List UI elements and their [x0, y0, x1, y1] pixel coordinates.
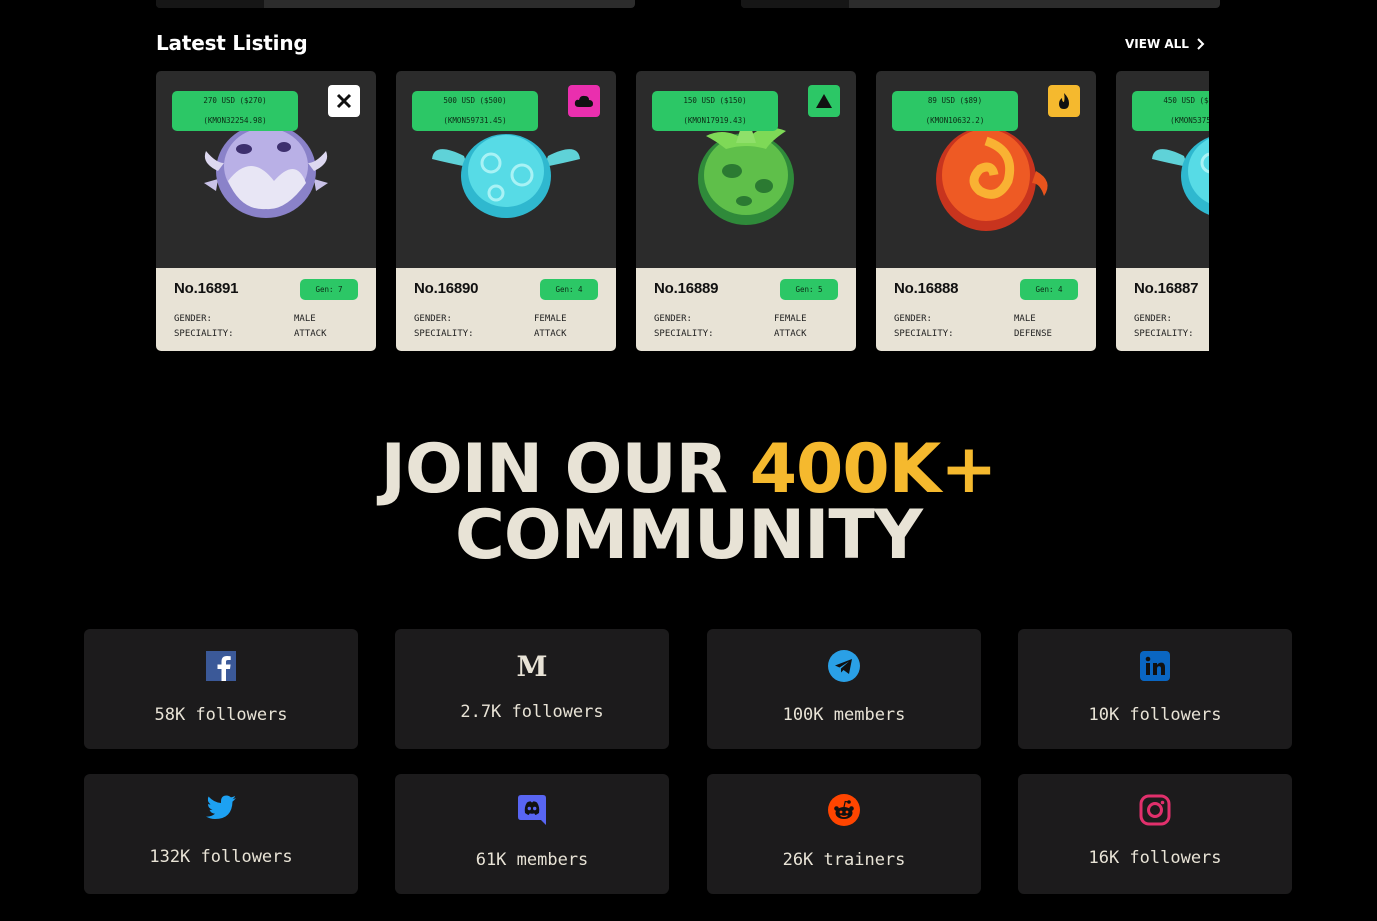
- speciality-label: SPECIALITY:: [1134, 329, 1194, 339]
- speciality-value: ATTACK: [774, 329, 807, 339]
- gen-badge: Gen: 4: [1020, 279, 1078, 300]
- discord-icon: [516, 794, 548, 826]
- price-badge: 270 USD ($270) (KMON32254.98): [172, 91, 298, 131]
- social-tile-discord[interactable]: 61K members: [395, 774, 669, 894]
- gender-value: FEMALE: [534, 314, 567, 324]
- social-stat: 100K members: [782, 705, 906, 725]
- gender-label: GENDER:: [174, 314, 212, 324]
- community-heading-line1: JOIN OUR 400K+: [380, 430, 998, 509]
- triangle-icon: [808, 85, 840, 117]
- social-stat: 10K followers: [1088, 705, 1222, 725]
- price-badge: 450 USD ($450)(KMON53758): [1132, 91, 1209, 131]
- price-badge: 89 USD ($89) (KMON10632.2): [892, 91, 1018, 131]
- reddit-icon: [828, 794, 860, 826]
- social-tile-instagram[interactable]: 16K followers: [1018, 774, 1292, 894]
- listing-card[interactable]: 500 USD ($500) (KMON59731.45) No.16890 Ge…: [396, 71, 616, 351]
- latest-listing-title: Latest Listing: [156, 31, 308, 55]
- twitter-icon: [205, 792, 237, 824]
- monster-number: No.16888: [894, 280, 959, 297]
- card-info: No.16889 Gen: 5 GENDER: FEMALE SPECIALIT…: [636, 268, 856, 351]
- card-info: No.16890 Gen: 4 GENDER: FEMALE SPECIALIT…: [396, 268, 616, 351]
- speciality-label: SPECIALITY:: [894, 329, 954, 339]
- social-tile-reddit[interactable]: 26K trainers: [707, 774, 981, 894]
- gen-badge: Gen: 4: [540, 279, 598, 300]
- gender-label: GENDER:: [894, 314, 932, 324]
- monster-number: No.16891: [174, 280, 239, 297]
- social-stat: 16K followers: [1088, 848, 1222, 868]
- social-tile-twitter[interactable]: 132K followers: [84, 774, 358, 894]
- listing-carousel: 270 USD ($270) (KMON32254.98) No.16891 Ge…: [156, 71, 1209, 352]
- social-tile-telegram[interactable]: 100K members: [707, 629, 981, 749]
- carousel-scrollbar-right[interactable]: [741, 0, 1220, 8]
- gen-badge: Gen: 7: [300, 279, 358, 300]
- social-tile-facebook[interactable]: 58K followers: [84, 629, 358, 749]
- card-info: No.16887 GENDER: SPECIALITY:: [1116, 268, 1209, 351]
- carousel-scrollbar-left[interactable]: [156, 0, 635, 8]
- speciality-value: DEFENSE: [1014, 329, 1052, 339]
- listing-card[interactable]: 89 USD ($89) (KMON10632.2) No.16888 Gen: …: [876, 71, 1096, 351]
- card-info: No.16891 Gen: 7 GENDER: MALE SPECIALITY:…: [156, 268, 376, 351]
- listing-card[interactable]: 450 USD ($450)(KMON53758) No.16887 GENDE…: [1116, 71, 1209, 351]
- x-icon: [328, 85, 360, 117]
- instagram-icon: [1139, 794, 1171, 826]
- social-tile-medium[interactable]: M 2.7K followers: [395, 629, 669, 749]
- telegram-icon: [828, 650, 860, 682]
- gen-badge: Gen: 5: [780, 279, 838, 300]
- speciality-label: SPECIALITY:: [654, 329, 714, 339]
- facebook-icon: [205, 650, 237, 682]
- speciality-label: SPECIALITY:: [174, 329, 234, 339]
- listing-card[interactable]: 270 USD ($270) (KMON32254.98) No.16891 Ge…: [156, 71, 376, 351]
- gender-label: GENDER:: [654, 314, 692, 324]
- gender-label: GENDER:: [414, 314, 452, 324]
- card-image-area: 450 USD ($450)(KMON53758): [1116, 71, 1209, 268]
- social-stat: 2.7K followers: [460, 702, 604, 722]
- medium-icon: M: [516, 649, 548, 683]
- card-image-area: 270 USD ($270) (KMON32254.98): [156, 71, 376, 268]
- speciality-value: ATTACK: [294, 329, 327, 339]
- social-tile-linkedin[interactable]: 10K followers: [1018, 629, 1292, 749]
- speciality-value: ATTACK: [534, 329, 567, 339]
- social-stat: 26K trainers: [782, 850, 906, 870]
- gender-label: GENDER:: [1134, 314, 1172, 324]
- price-badge: 500 USD ($500) (KMON59731.45): [412, 91, 538, 131]
- community-heading-line2: COMMUNITY: [454, 496, 923, 575]
- card-info: No.16888 Gen: 4 GENDER: MALE SPECIALITY:…: [876, 268, 1096, 351]
- card-image-area: 89 USD ($89) (KMON10632.2): [876, 71, 1096, 268]
- gender-value: MALE: [1014, 314, 1036, 324]
- view-all-link[interactable]: VIEW ALL: [1125, 37, 1205, 51]
- speciality-label: SPECIALITY:: [414, 329, 474, 339]
- monster-number: No.16890: [414, 280, 479, 297]
- cloud-icon: [568, 85, 600, 117]
- chevron-right-icon: [1197, 38, 1205, 50]
- flame-icon: [1048, 85, 1080, 117]
- social-stat: 58K followers: [154, 705, 288, 725]
- monster-number: No.16889: [654, 280, 719, 297]
- gender-value: FEMALE: [774, 314, 807, 324]
- price-badge: 150 USD ($150) (KMON17919.43): [652, 91, 778, 131]
- card-image-area: 500 USD ($500) (KMON59731.45): [396, 71, 616, 268]
- listing-card[interactable]: 150 USD ($150) (KMON17919.43) No.16889 Ge…: [636, 71, 856, 351]
- card-image-area: 150 USD ($150) (KMON17919.43): [636, 71, 856, 268]
- gender-value: MALE: [294, 314, 316, 324]
- monster-number: No.16887: [1134, 280, 1199, 297]
- linkedin-icon: [1139, 650, 1171, 682]
- view-all-label: VIEW ALL: [1125, 37, 1189, 51]
- social-stat: 132K followers: [149, 847, 293, 867]
- social-stat: 61K members: [475, 850, 589, 870]
